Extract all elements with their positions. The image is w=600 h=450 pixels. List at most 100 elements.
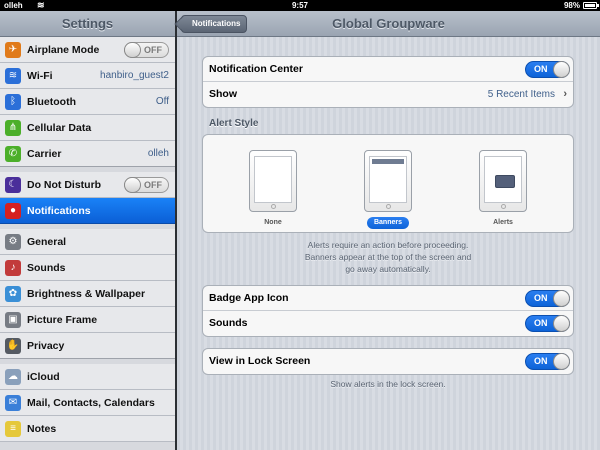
sidebar-item-label: Bluetooth [27, 96, 76, 108]
sidebar-item-airplane-mode[interactable]: ✈ Airplane Mode OFF [0, 37, 175, 63]
alert-option-label: None [264, 219, 282, 226]
phone-icon: ✆ [5, 146, 21, 162]
toggle-knob [553, 353, 570, 370]
sidebar-item-notes[interactable]: ≡ Notes [0, 416, 175, 442]
badge-sounds-group: Badge App Icon ON Sounds ON [202, 285, 574, 337]
battery-percent: 98% [563, 1, 580, 10]
flower-icon: ✿ [5, 286, 21, 302]
sidebar-item-carrier[interactable]: ✆ Carrier olleh [0, 141, 175, 167]
alert-option-label: Alerts [493, 219, 513, 226]
notification-center-toggle[interactable]: ON [525, 61, 570, 78]
bluetooth-icon: ᛒ [5, 94, 21, 110]
cloud-icon: ☁ [5, 369, 21, 385]
toggle-state: OFF [144, 180, 162, 190]
note-line: Alerts require an action before proceedi… [307, 240, 469, 250]
sidebar-item-value: hanbiro_guest2 [100, 70, 169, 81]
sidebar-item-label: Privacy [27, 340, 65, 352]
note-line: go away automatically. [345, 264, 431, 274]
notes-icon: ≡ [5, 421, 21, 437]
sidebar-item-label: Brightness & Wallpaper [27, 288, 146, 300]
battery-icon [583, 2, 599, 9]
sidebar-item-cellular-data[interactable]: ⋔ Cellular Data [0, 115, 175, 141]
ipad-none-icon [249, 150, 297, 212]
do-not-disturb-toggle[interactable]: OFF [124, 177, 169, 193]
view-in-lock-screen-toggle[interactable]: ON [525, 353, 570, 370]
status-bar: olleh ≋ 9:57 98% [0, 0, 600, 11]
notification-center-group: Notification Center ON Show 5 Recent Ite… [202, 56, 574, 108]
antenna-icon: ⋔ [5, 120, 21, 136]
ipad-alert-icon [479, 150, 527, 212]
sidebar-item-icloud[interactable]: ☁ iCloud [0, 364, 175, 390]
sidebar-item-label: General [27, 236, 67, 248]
clock: 9:57 [291, 1, 308, 10]
sidebar-item-label: Cellular Data [27, 122, 92, 134]
alert-option-alerts[interactable]: Alerts [478, 150, 528, 229]
sidebar-item-notifications[interactable]: ● Notifications [0, 198, 175, 224]
sidebar-item-label: Notifications [27, 205, 91, 217]
sidebar-item-sounds[interactable]: ♪ Sounds [0, 255, 175, 281]
sidebar-item-label: iCloud [27, 371, 60, 383]
settings-list: ✈ Airplane Mode OFF ≋ Wi-Fi hanbiro_gues… [0, 37, 175, 442]
moon-icon: ☾ [5, 177, 21, 193]
sidebar-item-label: Do Not Disturb [27, 179, 102, 191]
lock-screen-note: Show alerts in the lock screen. [330, 379, 446, 389]
toggle-state: ON [534, 293, 548, 303]
toggle-state: ON [534, 356, 548, 366]
alert-style-note: Alerts require an action before proceedi… [202, 239, 574, 275]
airplane-mode-toggle[interactable]: OFF [124, 42, 169, 58]
chevron-right-icon: › [563, 88, 567, 100]
sidebar-item-bluetooth[interactable]: ᛒ Bluetooth Off [0, 89, 175, 115]
view-in-lock-screen-label: View in Lock Screen [209, 355, 311, 367]
show-row[interactable]: Show 5 Recent Items › [203, 82, 573, 107]
detail-nav-bar: Notifications Global Groupware [177, 11, 600, 37]
alert-option-banners[interactable]: Banners [363, 150, 413, 229]
sidebar-item-value: Off [155, 96, 169, 107]
picture-frame-icon: ▣ [5, 312, 21, 328]
detail-pane: Notifications Global Groupware Notificat… [177, 11, 600, 450]
sidebar-item-privacy[interactable]: ✋ Privacy [0, 333, 175, 359]
sidebar-item-label: Airplane Mode [27, 44, 100, 56]
sidebar-item-label: Sounds [27, 262, 66, 274]
sidebar-item-do-not-disturb[interactable]: ☾ Do Not Disturb OFF [0, 172, 175, 198]
toggle-state: ON [534, 318, 548, 328]
alert-option-none[interactable]: None [248, 150, 298, 229]
hand-icon: ✋ [5, 338, 21, 354]
sounds-row: Sounds ON [203, 311, 573, 336]
show-label: Show [209, 88, 237, 100]
gear-icon: ⚙ [5, 234, 21, 250]
sidebar-item-label: Wi-Fi [27, 70, 53, 82]
sidebar-item-brightness-wallpaper[interactable]: ✿ Brightness & Wallpaper [0, 281, 175, 307]
notification-center-label: Notification Center [209, 63, 303, 75]
notifications-icon: ● [5, 203, 21, 219]
settings-sidebar: Settings ✈ Airplane Mode OFF ≋ Wi-Fi han… [0, 11, 175, 450]
badge-app-icon-row: Badge App Icon ON [203, 286, 573, 311]
toggle-knob [553, 61, 570, 78]
sounds-toggle[interactable]: ON [525, 315, 570, 332]
sidebar-title: Settings [0, 11, 175, 37]
sidebar-item-value: olleh [147, 148, 169, 159]
toggle-state: ON [534, 64, 548, 74]
sidebar-item-label: Carrier [27, 148, 62, 160]
note-line: Banners appear at the top of the screen … [304, 252, 472, 262]
sidebar-item-label: Mail, Contacts, Calendars [27, 397, 155, 409]
ipad-banner-icon [364, 150, 412, 212]
sidebar-item-label: Picture Frame [27, 314, 98, 326]
badge-app-icon-toggle[interactable]: ON [525, 290, 570, 307]
alert-option-label: Banners [366, 217, 409, 229]
mail-icon: ✉ [5, 395, 21, 411]
wifi-icon: ≋ [5, 68, 21, 84]
toggle-knob [124, 177, 141, 193]
sidebar-item-mail-contacts-calendars[interactable]: ✉ Mail, Contacts, Calendars [0, 390, 175, 416]
sounds-label: Sounds [209, 317, 248, 329]
page-title: Global Groupware [332, 16, 445, 31]
notification-center-row: Notification Center ON [203, 57, 573, 82]
alert-style-picker: None Banners Alerts [202, 134, 574, 233]
sidebar-item-wifi[interactable]: ≋ Wi-Fi hanbiro_guest2 [0, 63, 175, 89]
sidebar-item-label: Notes [27, 423, 57, 435]
sidebar-item-picture-frame[interactable]: ▣ Picture Frame [0, 307, 175, 333]
show-value: 5 Recent Items [487, 89, 555, 100]
badge-app-icon-label: Badge App Icon [209, 292, 289, 304]
sidebar-item-general[interactable]: ⚙ General [0, 229, 175, 255]
alert-style-heading: Alert Style [209, 118, 259, 129]
lock-screen-group: View in Lock Screen ON [202, 348, 574, 375]
